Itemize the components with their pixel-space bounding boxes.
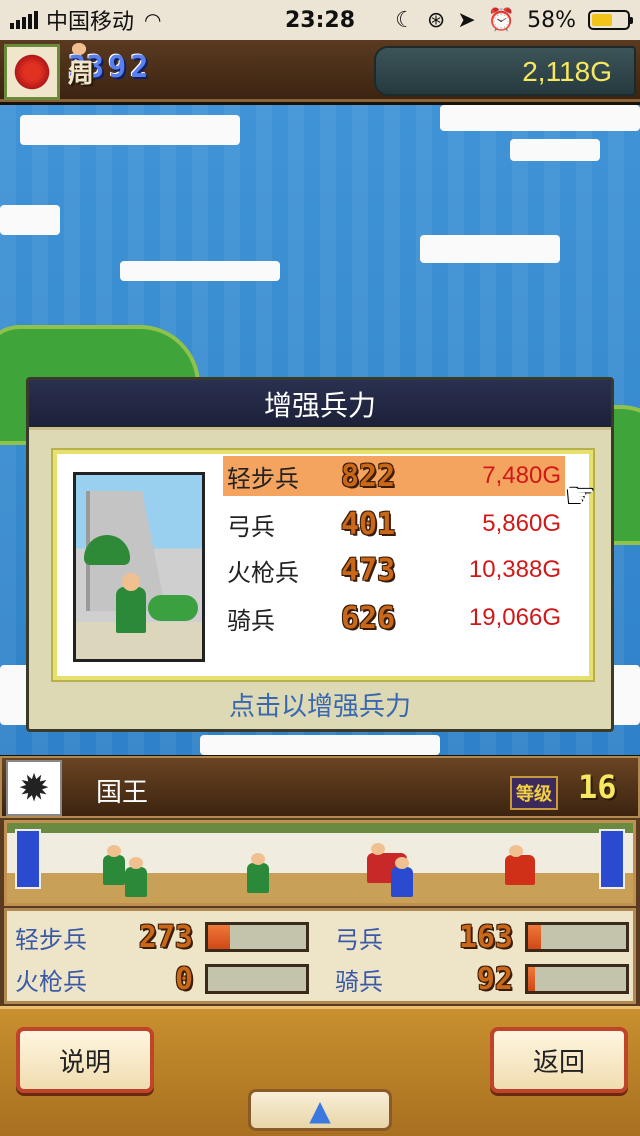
stat-value: 163 xyxy=(458,919,513,955)
strength-bar xyxy=(205,964,309,994)
stat-name: 火枪兵 xyxy=(15,967,87,996)
ally-soldier xyxy=(103,845,125,885)
enemy-soldier xyxy=(391,857,413,897)
troop-cost: 7,480G xyxy=(482,462,561,489)
pointing-hand-icon: ☚ xyxy=(565,476,596,516)
strength-bar xyxy=(525,964,629,994)
week-number: 2 xyxy=(130,50,149,85)
back-button[interactable]: 返回 xyxy=(490,1027,628,1093)
troop-row-light-infantry[interactable]: 轻步兵 822 7,480G xyxy=(223,456,565,496)
commander-name: 国王 xyxy=(96,778,149,808)
stat-light-infantry: 轻步兵 273 xyxy=(15,917,309,957)
strength-bar xyxy=(525,922,629,952)
stat-archer: 弓兵 163 xyxy=(335,917,629,957)
battery-percent: 58% xyxy=(527,7,576,33)
rank-label: 等级 xyxy=(510,776,558,810)
cloud xyxy=(420,235,560,263)
cloud xyxy=(440,105,640,131)
calendar-date: 33 年 9 月 2 周 xyxy=(68,42,149,89)
moon-icon: ☾ xyxy=(395,7,415,33)
army-panel: ✹ 国王 等级 16 轻步兵 273 弓兵 163 火枪兵 0 骑兵 92 说明… xyxy=(0,756,640,1136)
stat-value: 92 xyxy=(476,961,513,997)
strength-bar xyxy=(205,922,309,952)
location-icon: ➤ xyxy=(457,7,476,33)
gold-display: 2,118G xyxy=(374,46,636,96)
stat-cavalry: 骑兵 92 xyxy=(335,959,629,999)
expand-up-button[interactable]: ▲ xyxy=(248,1089,392,1131)
cloud xyxy=(120,261,280,281)
triangle-up-icon: ▲ xyxy=(309,1093,331,1127)
battery-icon xyxy=(588,10,633,30)
troop-row-musketeer[interactable]: 火枪兵 473 10,388G xyxy=(223,550,565,590)
battery-level xyxy=(592,14,612,26)
week-unit: 周 xyxy=(68,42,94,89)
signal-icon xyxy=(10,11,38,29)
kingdom-emblem-icon[interactable] xyxy=(4,44,60,100)
troop-name: 骑兵 xyxy=(227,606,275,635)
status-bar: 中国移动 ◠ 23:28 ☾ ⊛ ➤ ⏰ 58% xyxy=(0,0,640,40)
sun-crest-icon: ✹ xyxy=(6,760,62,816)
army-stats: 轻步兵 273 弓兵 163 火枪兵 0 骑兵 92 xyxy=(4,908,636,1004)
stat-name: 轻步兵 xyxy=(15,925,87,954)
commander-bar: ✹ 国王 等级 16 xyxy=(0,756,640,818)
troop-cost: 19,066G xyxy=(468,604,561,631)
ally-soldier xyxy=(125,857,147,897)
help-button[interactable]: 说明 xyxy=(16,1027,154,1093)
cloud xyxy=(200,735,440,755)
control-bar: 说明 返回 ▲ xyxy=(0,1006,640,1136)
cloud xyxy=(20,115,240,145)
rank-value: 16 xyxy=(578,768,617,806)
wifi-icon: ◠ xyxy=(144,8,162,32)
stat-musketeer: 火枪兵 0 xyxy=(15,959,309,999)
enemy-banner-icon xyxy=(599,829,625,889)
dialog-title: 增强兵力 xyxy=(29,380,611,430)
general-portrait xyxy=(73,472,205,662)
tap-hint: 点击以增强兵力 xyxy=(228,692,411,722)
battle-preview xyxy=(4,820,636,906)
troop-name: 火枪兵 xyxy=(227,558,299,587)
troop-row-archer[interactable]: 弓兵 401 5,860G xyxy=(223,504,565,544)
cloud xyxy=(510,139,600,161)
troop-list-panel: 轻步兵 822 7,480G 弓兵 401 5,860G 火枪兵 473 10,… xyxy=(51,448,595,682)
troop-cost: 5,860G xyxy=(482,510,561,537)
troop-row-cavalry[interactable]: 骑兵 626 19,066G xyxy=(223,598,565,638)
ally-banner-icon xyxy=(15,829,41,889)
reinforce-dialog: 增强兵力 轻步兵 822 7,480G 弓兵 401 5,860G 火枪兵 47… xyxy=(26,377,614,732)
stat-name: 弓兵 xyxy=(335,925,383,954)
stat-name: 骑兵 xyxy=(335,967,383,996)
troop-count: 401 xyxy=(341,506,396,542)
troop-name: 轻步兵 xyxy=(227,464,299,493)
clock: 23:28 xyxy=(284,7,356,33)
troop-count: 822 xyxy=(341,458,396,494)
troop-cost: 10,388G xyxy=(468,556,561,583)
rotation-lock-icon: ⊛ xyxy=(426,7,446,33)
troop-count: 473 xyxy=(341,552,396,588)
gold-amount: 2,118G xyxy=(522,56,612,87)
stat-value: 0 xyxy=(174,961,193,997)
carrier-label: 中国移动 xyxy=(46,10,135,35)
cloud xyxy=(0,205,60,235)
alarm-icon: ⏰ xyxy=(487,7,516,33)
stat-value: 273 xyxy=(138,919,193,955)
troop-name: 弓兵 xyxy=(227,512,275,541)
enemy-general xyxy=(505,845,535,885)
game-header: 33 年 9 月 2 周 2,118G xyxy=(0,40,640,102)
month-number: 9 xyxy=(108,50,127,85)
troop-count: 626 xyxy=(341,600,396,636)
ally-soldier xyxy=(247,853,269,893)
